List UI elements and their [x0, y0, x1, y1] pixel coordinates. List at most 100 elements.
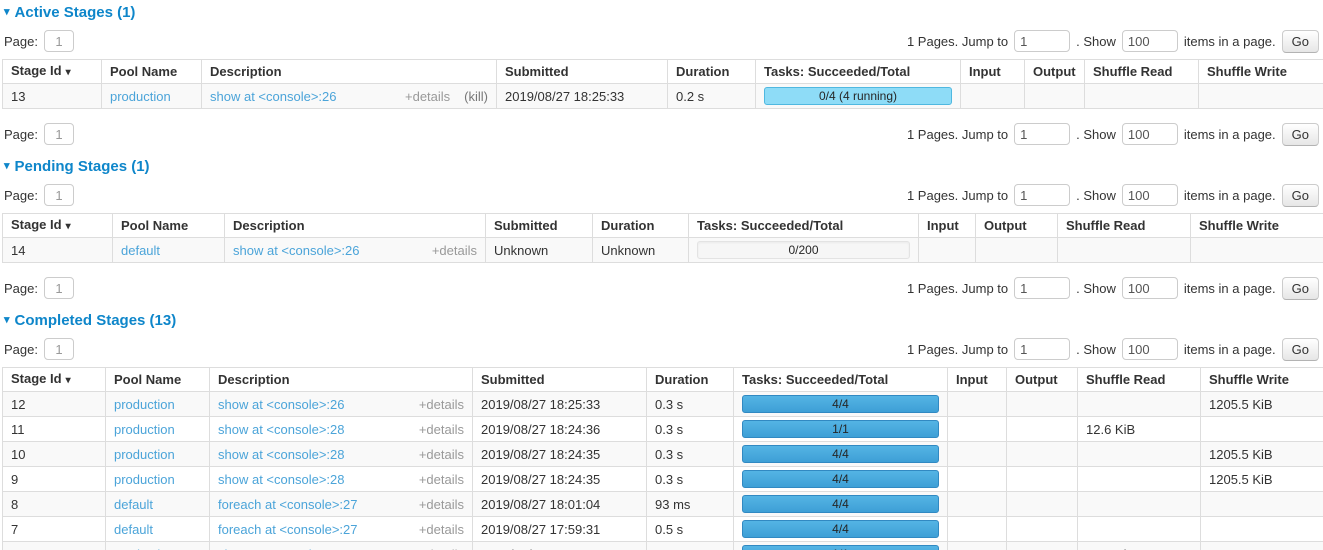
pool-link[interactable]: default [121, 243, 160, 258]
page-number-input[interactable] [44, 338, 74, 360]
jump-to-page-input[interactable] [1014, 338, 1070, 360]
pending-stages-table: Stage Id▾ Pool Name Description Submitte… [2, 213, 1323, 263]
col-description[interactable]: Description [202, 60, 497, 84]
input-cell [948, 392, 1007, 417]
description-link[interactable]: show at <console>:26 [218, 397, 411, 412]
col-description[interactable]: Description [225, 214, 486, 238]
col-tasks[interactable]: Tasks: Succeeded/Total [689, 214, 919, 238]
details-toggle[interactable]: +details [419, 422, 464, 437]
col-tasks[interactable]: Tasks: Succeeded/Total [734, 368, 948, 392]
description-link[interactable]: show at <console>:28 [218, 447, 411, 462]
active-stages-title: Active Stages (1) [15, 4, 136, 21]
details-toggle[interactable]: +details [405, 89, 450, 104]
pool-link[interactable]: production [114, 447, 175, 462]
go-button[interactable]: Go [1282, 338, 1319, 361]
col-shuffle-read[interactable]: Shuffle Read [1078, 368, 1201, 392]
col-output[interactable]: Output [976, 214, 1058, 238]
jump-to-page-input[interactable] [1014, 184, 1070, 206]
col-stage-id[interactable]: Stage Id▾ [3, 368, 106, 392]
items-per-page-input[interactable] [1122, 30, 1178, 52]
details-toggle[interactable]: +details [419, 472, 464, 487]
pool-link[interactable]: production [110, 89, 171, 104]
col-output[interactable]: Output [1007, 368, 1078, 392]
description-link[interactable]: show at <console>:26 [210, 89, 397, 104]
col-shuffle-read[interactable]: Shuffle Read [1085, 60, 1199, 84]
items-per-page-input[interactable] [1122, 338, 1178, 360]
pending-stages-header[interactable]: ▾ Pending Stages (1) [4, 157, 1322, 175]
table-row: 7 default foreach at <console>:27 +detai… [3, 517, 1323, 542]
page-number-input[interactable] [44, 123, 74, 145]
col-pool-name[interactable]: Pool Name [113, 214, 225, 238]
col-submitted[interactable]: Submitted [497, 60, 668, 84]
items-per-page-input[interactable] [1122, 123, 1178, 145]
page-label: Page: [4, 342, 38, 357]
collapse-arrow-icon: ▾ [4, 315, 10, 326]
tasks-progress-bar: 1/1 [742, 545, 939, 550]
jump-to-page-input[interactable] [1014, 123, 1070, 145]
col-output[interactable]: Output [1025, 60, 1085, 84]
items-per-page-input[interactable] [1122, 277, 1178, 299]
pending-pagination-bottom: Page: 1 Pages. Jump to . Show items in a… [4, 277, 1319, 299]
pool-link[interactable]: production [114, 472, 175, 487]
active-stages-header[interactable]: ▾ Active Stages (1) [4, 3, 1322, 21]
pool-link[interactable]: production [114, 422, 175, 437]
tasks-progress-bar: 0/200 [697, 241, 910, 259]
stage-id-cell: 12 [3, 392, 106, 417]
active-pagination-top: Page: 1 Pages. Jump to . Show items in a… [4, 30, 1319, 52]
col-stage-id[interactable]: Stage Id▾ [3, 214, 113, 238]
page-number-input[interactable] [44, 30, 74, 52]
output-cell [1025, 84, 1085, 109]
pool-link[interactable]: default [114, 522, 153, 537]
col-shuffle-write[interactable]: Shuffle Write [1201, 368, 1323, 392]
description-link[interactable]: show at <console>:26 [233, 243, 424, 258]
pool-link[interactable]: default [114, 497, 153, 512]
jump-to-page-input[interactable] [1014, 30, 1070, 52]
col-duration[interactable]: Duration [668, 60, 756, 84]
description-link[interactable]: show at <console>:28 [218, 547, 411, 550]
go-button[interactable]: Go [1282, 184, 1319, 207]
jump-to-page-input[interactable] [1014, 277, 1070, 299]
go-button[interactable]: Go [1282, 123, 1319, 146]
col-submitted[interactable]: Submitted [473, 368, 647, 392]
stage-id-cell: 10 [3, 442, 106, 467]
col-duration[interactable]: Duration [593, 214, 689, 238]
col-input[interactable]: Input [961, 60, 1025, 84]
details-toggle[interactable]: +details [419, 447, 464, 462]
col-duration[interactable]: Duration [647, 368, 734, 392]
col-submitted[interactable]: Submitted [486, 214, 593, 238]
pool-link[interactable]: production [114, 547, 175, 550]
col-shuffle-read[interactable]: Shuffle Read [1058, 214, 1191, 238]
col-input[interactable]: Input [919, 214, 976, 238]
col-tasks[interactable]: Tasks: Succeeded/Total [756, 60, 961, 84]
input-cell [948, 492, 1007, 517]
details-toggle[interactable]: +details [419, 547, 464, 550]
col-input[interactable]: Input [948, 368, 1007, 392]
description-link[interactable]: foreach at <console>:27 [218, 522, 411, 537]
col-pool-name[interactable]: Pool Name [106, 368, 210, 392]
go-button[interactable]: Go [1282, 277, 1319, 300]
go-button[interactable]: Go [1282, 30, 1319, 53]
col-shuffle-write[interactable]: Shuffle Write [1191, 214, 1323, 238]
details-toggle[interactable]: +details [419, 522, 464, 537]
details-toggle[interactable]: +details [432, 243, 477, 258]
col-stage-id[interactable]: Stage Id▾ [3, 60, 102, 84]
items-per-page-input[interactable] [1122, 184, 1178, 206]
description-link[interactable]: show at <console>:28 [218, 472, 411, 487]
description-link[interactable]: foreach at <console>:27 [218, 497, 411, 512]
details-toggle[interactable]: +details [419, 397, 464, 412]
tasks-progress-bar: 1/1 [742, 420, 939, 438]
shuffle-write-cell [1191, 238, 1323, 263]
description-link[interactable]: show at <console>:28 [218, 422, 411, 437]
page-number-input[interactable] [44, 184, 74, 206]
page-number-input[interactable] [44, 277, 74, 299]
duration-cell: 0.3 s [647, 442, 734, 467]
shuffle-read-cell: 12.6 KiB [1078, 417, 1201, 442]
details-toggle[interactable]: +details [419, 497, 464, 512]
stage-id-cell: 9 [3, 467, 106, 492]
kill-link[interactable]: (kill) [464, 89, 488, 104]
col-shuffle-write[interactable]: Shuffle Write [1199, 60, 1323, 84]
col-description[interactable]: Description [210, 368, 473, 392]
col-pool-name[interactable]: Pool Name [102, 60, 202, 84]
pool-link[interactable]: production [114, 397, 175, 412]
completed-stages-header[interactable]: ▾ Completed Stages (13) [4, 311, 1322, 329]
